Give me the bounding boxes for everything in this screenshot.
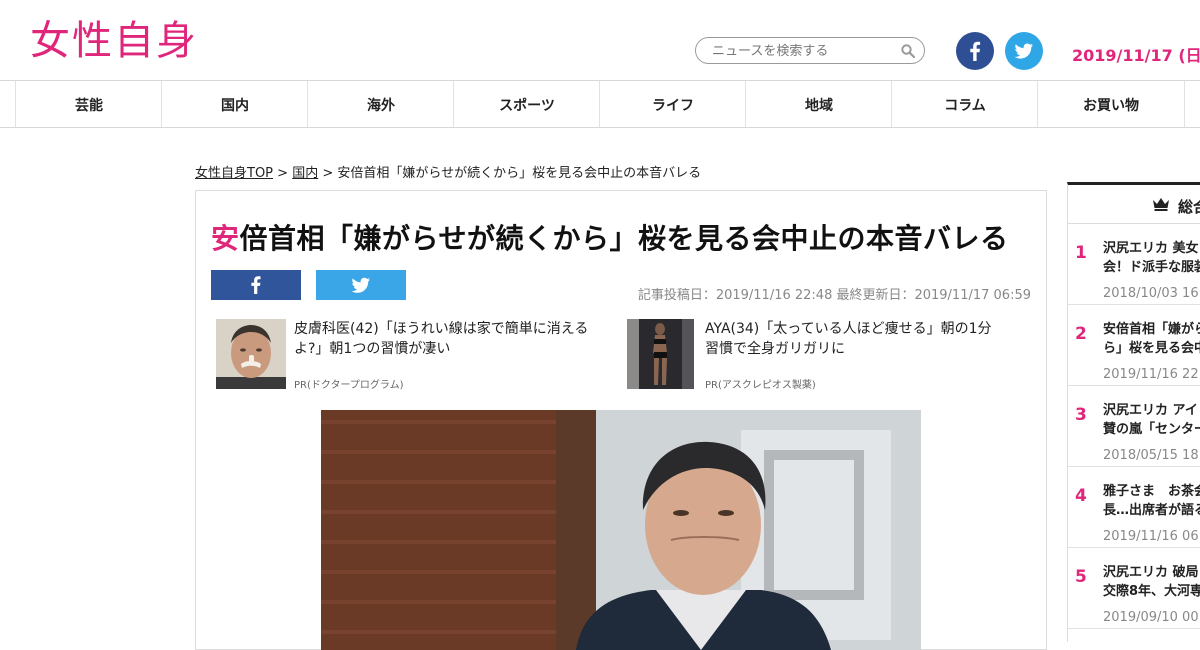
ranking-item[interactable]: 2 安倍首相「嫌がら ら」桜を見る会中 2019/11/16 22:48 bbox=[1068, 304, 1200, 386]
promo-source: PR(ドクタープログラム) bbox=[294, 380, 404, 391]
facebook-share-button[interactable] bbox=[211, 270, 301, 300]
nav-item-life[interactable]: ライフ bbox=[599, 81, 746, 127]
search-icon[interactable] bbox=[901, 44, 915, 58]
breadcrumb-current: 安倍首相「嫌がらせが続くから」桜を見る会中止の本音バレる bbox=[337, 166, 702, 181]
ranking-item[interactable]: 5 沢尻エリカ 破局 交際8年、大河専 2019/09/10 00:00 bbox=[1068, 547, 1200, 629]
ranking-item[interactable]: 3 沢尻エリカ アイ 賛の嵐「センター 2018/05/15 18:00 bbox=[1068, 385, 1200, 467]
ranking-header: 総合 bbox=[1068, 185, 1200, 224]
nav-item-region[interactable]: 地域 bbox=[745, 81, 892, 127]
article-meta-dates: 記事投稿日：2019/11/16 22:48 最終更新日：2019/11/17 … bbox=[637, 288, 1031, 303]
facebook-button[interactable] bbox=[956, 32, 994, 70]
nav-item-sports[interactable]: スポーツ bbox=[453, 81, 600, 127]
rank-number: 2 bbox=[1075, 324, 1087, 344]
rank-date: 2019/09/10 00:00 bbox=[1103, 610, 1200, 625]
breadcrumb-home-link[interactable]: 女性自身TOP bbox=[195, 166, 273, 181]
nav-item-entertainment[interactable]: 芸能 bbox=[15, 81, 162, 127]
rank-date: 2018/10/03 16:00 bbox=[1103, 286, 1200, 301]
twitter-button[interactable] bbox=[1005, 32, 1043, 70]
rank-title[interactable]: 雅子さま お茶会 長…出席者が語る bbox=[1103, 482, 1200, 520]
ranking-item[interactable]: 4 雅子さま お茶会 長…出席者が語る 2019/11/16 06:00 bbox=[1068, 466, 1200, 548]
rank-title[interactable]: 沢尻エリカ 破局 交際8年、大河専 bbox=[1103, 563, 1200, 601]
twitter-share-button[interactable] bbox=[316, 270, 406, 300]
rank-title[interactable]: 沢尻エリカ 美女 会！ド派手な服装 bbox=[1103, 239, 1200, 277]
nav-item-column[interactable]: コラム bbox=[891, 81, 1038, 127]
article-photo bbox=[321, 410, 921, 650]
breadcrumb-separator: > bbox=[273, 166, 293, 181]
rank-number: 3 bbox=[1075, 405, 1087, 425]
rank-number: 4 bbox=[1075, 486, 1087, 506]
nav-item-shopping[interactable]: お買い物 bbox=[1037, 81, 1185, 127]
crown-icon bbox=[1153, 198, 1169, 211]
breadcrumb-category-link[interactable]: 国内 bbox=[292, 166, 318, 181]
breadcrumb-separator: > bbox=[318, 166, 338, 181]
nav-item-overseas[interactable]: 海外 bbox=[307, 81, 454, 127]
ranking-heading: 総合 bbox=[1178, 198, 1200, 216]
ranking-sidebar: 総合 1 沢尻エリカ 美女 会！ド派手な服装 2018/10/03 16:00 … bbox=[1067, 182, 1200, 642]
search-input[interactable] bbox=[710, 41, 894, 62]
article-title-text: 倍首相「嫌がらせが続くから」桜を見る会中止の本音バレる bbox=[239, 222, 1009, 255]
site-logo[interactable]: 女性自身 bbox=[30, 18, 198, 64]
twitter-icon bbox=[1014, 43, 1033, 59]
rank-number: 5 bbox=[1075, 567, 1087, 587]
article-container: 安倍首相「嫌がらせが続くから」桜を見る会中止の本音バレる 記事投稿日：2019/… bbox=[195, 190, 1047, 650]
current-date: 2019/11/17 (日) bbox=[1072, 46, 1200, 65]
promo-item[interactable]: AYA(34)「太っている人ほど痩せる」朝の1分習慣で全身ガリガリに PR(アス… bbox=[627, 319, 1007, 391]
promo-thumbnail[interactable] bbox=[216, 319, 286, 389]
rank-title[interactable]: 安倍首相「嫌がら ら」桜を見る会中 bbox=[1103, 320, 1200, 358]
promo-thumbnail[interactable] bbox=[627, 319, 694, 389]
article-title-initial: 安 bbox=[211, 222, 240, 255]
promo-title[interactable]: AYA(34)「太っている人ほど痩せる」朝の1分習慣で全身ガリガリに bbox=[705, 319, 1005, 359]
promo-source: PR(アスクレピオス製薬) bbox=[705, 380, 816, 391]
facebook-icon bbox=[970, 41, 981, 61]
rank-number: 1 bbox=[1075, 243, 1087, 263]
rank-date: 2019/11/16 06:00 bbox=[1103, 529, 1200, 544]
article-title: 安倍首相「嫌がらせが続くから」桜を見る会中止の本音バレる bbox=[211, 217, 1008, 257]
promo-title[interactable]: 皮膚科医(42)「ほうれい線は家で簡単に消えるよ?」朝1つの習慣が凄い bbox=[294, 319, 594, 359]
breadcrumb: 女性自身TOP > 国内 > 安倍首相「嫌がらせが続くから」桜を見る会中止の本音… bbox=[195, 162, 701, 181]
promo-item[interactable]: 皮膚科医(42)「ほうれい線は家で簡単に消えるよ?」朝1つの習慣が凄い PR(ド… bbox=[216, 319, 596, 391]
twitter-icon bbox=[351, 277, 370, 293]
search-box[interactable] bbox=[695, 37, 925, 64]
global-nav: 芸能 国内 海外 スポーツ ライフ 地域 コラム お買い物 bbox=[0, 80, 1200, 128]
facebook-icon bbox=[251, 276, 261, 294]
nav-item-domestic[interactable]: 国内 bbox=[161, 81, 308, 127]
rank-date: 2018/05/15 18:00 bbox=[1103, 448, 1200, 463]
site-header: 女性自身 2019/11/17 (日) bbox=[0, 0, 1200, 80]
ranking-item[interactable]: 1 沢尻エリカ 美女 会！ド派手な服装 2018/10/03 16:00 bbox=[1068, 223, 1200, 305]
rank-date: 2019/11/16 22:48 bbox=[1103, 367, 1200, 382]
rank-title[interactable]: 沢尻エリカ アイ 賛の嵐「センター bbox=[1103, 401, 1200, 439]
